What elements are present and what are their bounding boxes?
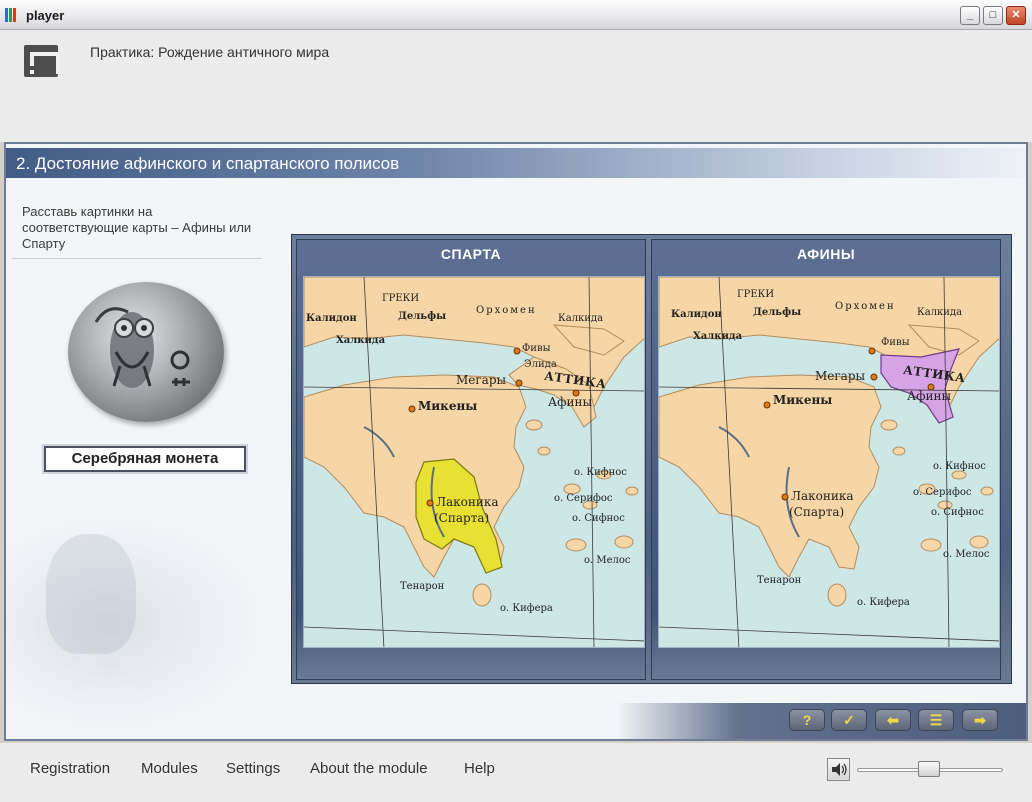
map-label: Калидон	[671, 309, 722, 320]
map-label: Калкида	[917, 307, 963, 318]
athens-panel-title: АФИНЫ	[796, 246, 856, 262]
back-button[interactable]: ⬅	[875, 709, 911, 731]
map-label: Орхомен	[476, 305, 537, 316]
close-button[interactable]: ✕	[1006, 6, 1026, 25]
map-label: о. Кифера	[857, 597, 910, 608]
map-label: о. Сифнос	[931, 507, 984, 518]
window-title: player	[26, 8, 65, 23]
minimize-button[interactable]: _	[960, 6, 980, 25]
map-label: ГРЕКИ	[737, 289, 775, 300]
map-label: о. Кифнос	[574, 467, 627, 478]
task-instruction: Расставь картинки на соответствующие кар…	[22, 204, 252, 251]
map-label: о. Мелос	[943, 549, 990, 560]
map-label: Афины	[548, 395, 593, 409]
map-label: Халкида	[336, 335, 386, 346]
map-label: о. Кифера	[500, 603, 553, 614]
section-title: 2. Достояние афинского и спартанского по…	[16, 154, 400, 173]
coin-label: Серебряная монета	[44, 446, 246, 472]
map-label: Элида	[524, 359, 557, 370]
map-label: Халкида	[693, 331, 743, 342]
help-button[interactable]: ?	[789, 709, 825, 731]
contents-button[interactable]: ☰	[918, 709, 954, 731]
forward-button[interactable]: ➡	[962, 709, 998, 731]
background-handprint	[46, 534, 136, 654]
map-label: Микены	[418, 399, 478, 413]
drop-zones: СПАРТА ГРЕКИ Калидон Дельфы Орхомен Калк…	[291, 234, 1012, 684]
map-label: Микены	[773, 393, 833, 407]
map-label: (Спарта)	[789, 505, 845, 519]
speaker-icon[interactable]	[827, 758, 850, 781]
athens-map: ГРЕКИ Калидон Дельфы Орхомен Калкида Хал…	[658, 276, 1000, 648]
map-label: Мегары	[815, 369, 866, 383]
map-label: Афины	[907, 389, 952, 403]
menu-modules[interactable]: Modules	[141, 760, 198, 777]
lesson-content: 2. Достояние афинского и спартанского по…	[4, 142, 1028, 741]
athens-drop-zone[interactable]: АФИНЫ ГРЕКИ Калидон Дельфы Орхомен Калки…	[651, 239, 1001, 680]
map-label: Фивы	[881, 337, 910, 348]
map-label: Тенарон	[400, 581, 445, 592]
background-decoration	[6, 514, 266, 734]
course-title: Практика: Рождение античного мира	[90, 44, 330, 60]
map-label: о. Сифнос	[572, 513, 625, 524]
app-footer: Registration Modules Settings About the …	[0, 743, 1032, 802]
volume-slider-thumb[interactable]	[918, 761, 940, 777]
map-label: о. Серифос	[554, 493, 613, 504]
greece-map-graphic	[304, 277, 644, 647]
map-label: Калидон	[306, 313, 357, 324]
map-label: Калкида	[558, 313, 604, 324]
app-header: Практика: Рождение античного мира	[0, 30, 1032, 142]
logo-icon	[24, 45, 60, 77]
menu-registration[interactable]: Registration	[30, 760, 110, 777]
menu-settings[interactable]: Settings	[226, 760, 280, 777]
map-label: ГРЕКИ	[382, 293, 420, 304]
section-header: 2. Достояние афинского и спартанского по…	[6, 148, 1026, 178]
owl-icon	[94, 307, 190, 388]
map-label: Фивы	[522, 343, 551, 354]
map-label: Мегары	[456, 373, 507, 387]
map-label: (Спарта)	[434, 511, 490, 525]
map-label: Дельфы	[753, 307, 802, 318]
maximize-button[interactable]: □	[983, 6, 1003, 25]
sparta-panel-title: СПАРТА	[440, 246, 502, 262]
map-label: Лаконика	[791, 489, 854, 503]
menu-about[interactable]: About the module	[310, 760, 428, 777]
map-label: Тенарон	[757, 575, 802, 586]
app-icon	[5, 8, 21, 22]
sparta-map: ГРЕКИ Калидон Дельфы Орхомен Калкида Хал…	[303, 276, 645, 648]
check-button[interactable]: ✓	[831, 709, 867, 731]
sparta-drop-zone[interactable]: СПАРТА ГРЕКИ Калидон Дельфы Орхомен Калк…	[296, 239, 646, 680]
map-label: о. Кифнос	[933, 461, 986, 472]
map-label: Дельфы	[398, 311, 447, 322]
silver-coin-image[interactable]	[68, 282, 224, 422]
map-label: о. Серифос	[913, 487, 972, 498]
window-titlebar: player _ □ ✕	[0, 0, 1032, 30]
menu-help[interactable]: Help	[464, 760, 495, 777]
map-label: Орхомен	[835, 301, 896, 312]
divider	[12, 258, 262, 259]
map-label: о. Мелос	[584, 555, 631, 566]
map-label: Лаконика	[436, 495, 499, 509]
